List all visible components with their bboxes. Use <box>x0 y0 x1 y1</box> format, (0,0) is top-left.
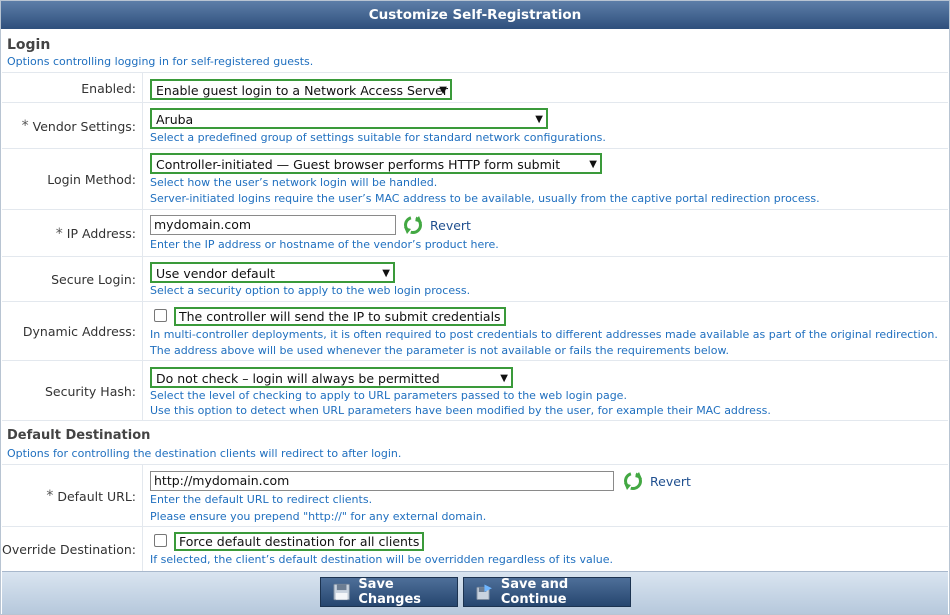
vendor-settings-label: * Vendor Settings: <box>2 103 143 149</box>
form-footer: Save Changes Save and Continue <box>2 571 948 614</box>
save-and-continue-button[interactable]: Save and Continue <box>463 577 631 607</box>
security-hash-row: Security Hash: Do not check – login will… <box>2 360 948 421</box>
dynamic-address-checkbox[interactable] <box>154 309 167 322</box>
security-hash-help-extra: Use this option to detect when URL param… <box>150 404 771 417</box>
dynamic-address-help-extra: The address above will be used whenever … <box>150 344 729 357</box>
security-hash-label: Security Hash: <box>2 361 143 421</box>
revert-icon <box>404 216 422 234</box>
secure-login-help: Select a security option to apply to the… <box>150 284 471 297</box>
ip-address-revert-link[interactable]: Revert <box>402 214 471 236</box>
ip-address-label: * IP Address: <box>2 210 143 257</box>
chevron-down-icon: ▼ <box>382 268 390 279</box>
enabled-row: Enabled: Enable guest login to a Network… <box>2 72 948 103</box>
ip-address-input[interactable]: mydomain.com <box>150 215 396 235</box>
login-method-help: Select how the user’s network login will… <box>150 176 438 189</box>
enabled-select[interactable]: Enable guest login to a Network Access S… <box>150 79 452 100</box>
secure-login-row: Secure Login: Use vendor default ▼ Select… <box>2 256 948 302</box>
enabled-label: Enabled: <box>2 73 143 103</box>
section-description: Options for controlling the destination … <box>7 447 402 460</box>
section-title: Default Destination <box>7 428 151 443</box>
chevron-down-icon: ▼ <box>589 159 597 170</box>
default-url-revert-link[interactable]: Revert <box>622 470 691 492</box>
dynamic-address-checkbox-label[interactable]: The controller will send the IP to submi… <box>174 307 506 326</box>
default-url-help: Enter the default URL to redirect client… <box>150 493 373 506</box>
default-url-row: * Default URL: http://mydomain.com Revert… <box>2 464 948 527</box>
dynamic-address-label: Dynamic Address: <box>2 302 143 361</box>
dynamic-address-help: In multi-controller deployments, it is o… <box>150 328 938 341</box>
override-destination-label: Override Destination: <box>2 527 143 572</box>
override-destination-checkbox[interactable] <box>154 534 167 547</box>
revert-icon <box>624 472 642 490</box>
save-icon <box>333 583 350 601</box>
login-method-row: Login Method: Controller-initiated — Gue… <box>2 148 948 210</box>
ip-address-row: * IP Address: mydomain.com Revert Enter t… <box>2 209 948 257</box>
default-url-help-extra: Please ensure you prepend "http://" for … <box>150 510 487 523</box>
vendor-settings-row: * Vendor Settings: Aruba ▼ Select a predef… <box>2 102 948 149</box>
save-continue-icon <box>476 584 492 600</box>
override-destination-checkbox-label[interactable]: Force default destination for all client… <box>174 532 425 551</box>
security-hash-help: Select the level of checking to apply to… <box>150 389 627 402</box>
section-description: Options controlling logging in for self-… <box>7 55 314 68</box>
login-method-help-extra: Server-initiated logins require the user… <box>150 192 820 205</box>
chevron-down-icon: ▼ <box>439 85 447 96</box>
vendor-settings-select[interactable]: Aruba ▼ <box>150 108 548 129</box>
secure-login-select[interactable]: Use vendor default ▼ <box>150 262 395 283</box>
section-title: Login <box>7 37 51 53</box>
login-section-header: Login Options controlling logging in for… <box>7 37 313 68</box>
override-destination-help: If selected, the client’s default destin… <box>150 553 613 566</box>
override-destination-row: Override Destination: Force default dest… <box>2 526 948 572</box>
ip-address-help: Enter the IP address or hostname of the … <box>150 238 499 251</box>
default-url-label: * Default URL: <box>2 465 143 527</box>
destination-section-header: Default Destination Options for controll… <box>2 420 948 465</box>
dialog-title: Customize Self-Registration <box>1 1 949 29</box>
save-changes-button[interactable]: Save Changes <box>320 577 458 607</box>
chevron-down-icon: ▼ <box>535 114 543 125</box>
secure-login-label: Secure Login: <box>2 257 143 302</box>
dynamic-address-row: Dynamic Address: The controller will sen… <box>2 301 948 361</box>
chevron-down-icon: ▼ <box>500 373 508 384</box>
login-method-label: Login Method: <box>2 149 143 210</box>
security-hash-select[interactable]: Do not check – login will always be perm… <box>150 367 513 388</box>
vendor-settings-help: Select a predefined group of settings su… <box>150 131 606 144</box>
default-url-input[interactable]: http://mydomain.com <box>150 471 614 491</box>
login-method-select[interactable]: Controller-initiated — Guest browser per… <box>150 153 602 174</box>
